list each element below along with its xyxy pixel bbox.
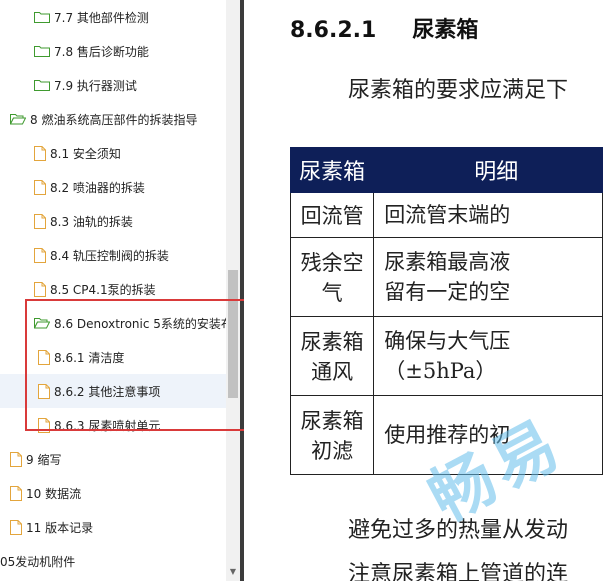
tree-item-label: 10 数据流: [26, 486, 82, 501]
document-icon: [34, 179, 46, 195]
tree-item-label: 11 版本记录: [26, 520, 94, 535]
tree-item-label: 9 缩写: [26, 452, 62, 467]
folder-icon: [34, 79, 50, 91]
tree-item[interactable]: 8.3 油轨的拆装: [0, 204, 226, 238]
tree-item[interactable]: 8.4 轨压控制阀的拆装: [0, 238, 226, 272]
document-icon: [10, 519, 22, 535]
table-row: 回流管 回流管末端的: [289, 192, 603, 238]
tree-item[interactable]: 8 燃油系统高压部件的拆装指导: [0, 102, 226, 136]
tree-item[interactable]: 8.2 喷油器的拆装: [0, 170, 226, 204]
document-icon: [38, 349, 50, 365]
tree-item-label: 8.1 安全须知: [50, 146, 121, 161]
tree-item[interactable]: 7.7 其他部件检测: [0, 0, 226, 34]
folder-icon: [34, 45, 50, 57]
document-icon: [38, 383, 50, 399]
tree-item-label: 8.6.2 其他注意事项: [54, 384, 161, 399]
tree-item[interactable]: 8.6.1 清洁度: [0, 340, 226, 374]
requirements-table: 尿素箱 明细 回流管 回流管末端的 残余空气 尿素箱最高液 留有一定的空 尿素箱通风 确保…: [289, 147, 603, 475]
document-icon: [10, 451, 22, 467]
tree-item[interactable]: 8.6 Denoxtronic 5系统的安装布: [0, 306, 226, 340]
tree-item-label: 8.5 CP4.1泵的拆装: [50, 282, 156, 297]
section-title: 尿素箱: [412, 18, 479, 43]
table-cell-item: 尿素箱初滤: [289, 395, 375, 475]
folder-icon: [34, 11, 50, 23]
tree-item[interactable]: 8.6.3 尿素喷射单元: [0, 408, 226, 442]
table-cell-detail: 回流管末端的: [373, 192, 603, 238]
tree-item-label: 8.4 轨压控制阀的拆装: [50, 248, 169, 263]
tree-item[interactable]: 8.6.2 其他注意事项: [0, 374, 226, 408]
folder-open-icon: [34, 317, 50, 329]
document-icon: [34, 145, 46, 161]
table-row: 残余空气 尿素箱最高液 留有一定的空: [289, 237, 603, 317]
scrollbar-thumb[interactable]: [228, 270, 238, 398]
tree-item-label: 8.6 Denoxtronic 5系统的安装布: [54, 316, 226, 331]
table-cell-detail: 尿素箱最高液 留有一定的空: [373, 237, 603, 317]
document-page: 8.6.2.1 尿素箱 尿素箱的要求应满足下 尿素箱 明细 回流管 回流管末端的 残余…: [244, 0, 603, 581]
document-icon: [34, 247, 46, 263]
table-cell-item: 尿素箱通风: [289, 316, 375, 396]
folder-open-icon: [10, 113, 26, 125]
tree-item[interactable]: 10 数据流: [0, 476, 226, 510]
sidebar-scrollbar[interactable]: ▼: [226, 0, 240, 581]
document-outline-tree: 7.7 其他部件检测 7.8 售后诊断功能 7.9 执行器测试 8 燃油系统高压部件的…: [0, 0, 226, 581]
tree-item-label: 7.7 其他部件检测: [54, 10, 149, 25]
intro-paragraph: 尿素箱的要求应满足下: [348, 78, 569, 103]
table-cell-item: 残余空气: [289, 237, 375, 317]
tree-item[interactable]: 05发动机附件: [0, 544, 226, 578]
section-number: 8.6.2.1: [290, 18, 377, 43]
table-row: 尿素箱通风 确保与大气压 （±5hPa）: [289, 316, 603, 396]
document-icon: [34, 281, 46, 297]
tree-item-label: 8 燃油系统高压部件的拆装指导: [30, 112, 198, 127]
tree-item-label: 05发动机附件: [0, 554, 76, 569]
tree-item[interactable]: 8.1 安全须知: [0, 136, 226, 170]
tree-item[interactable]: 11 版本记录: [0, 510, 226, 544]
table-cell-detail: 确保与大气压 （±5hPa）: [373, 316, 603, 396]
document-icon: [34, 213, 46, 229]
tree-item[interactable]: 7.8 售后诊断功能: [0, 34, 226, 68]
tree-item-label: 8.6.3 尿素喷射单元: [54, 418, 161, 433]
tree-item-label: 8.2 喷油器的拆装: [50, 180, 145, 195]
table-header-cell: 明细: [373, 147, 603, 193]
tree-item-label: 7.8 售后诊断功能: [54, 44, 149, 59]
tree-item[interactable]: 7.9 执行器测试: [0, 68, 226, 102]
tree-item-label: 7.9 执行器测试: [54, 78, 137, 93]
table-header-cell: 尿素箱: [289, 147, 375, 193]
scroll-down-arrow-icon[interactable]: ▼: [228, 566, 238, 578]
body-text-line: 注意尿素箱上管道的连: [348, 562, 569, 581]
tree-item-label: 8.3 油轨的拆装: [50, 214, 133, 229]
section-heading: 8.6.2.1 尿素箱: [290, 12, 478, 44]
document-icon: [10, 485, 22, 501]
tree-item-label: 8.6.1 清洁度: [54, 350, 125, 365]
tree-item[interactable]: 8.5 CP4.1泵的拆装: [0, 272, 226, 306]
table-cell-item: 回流管: [289, 192, 375, 238]
tree-item[interactable]: 9 缩写: [0, 442, 226, 476]
document-icon: [38, 417, 50, 433]
